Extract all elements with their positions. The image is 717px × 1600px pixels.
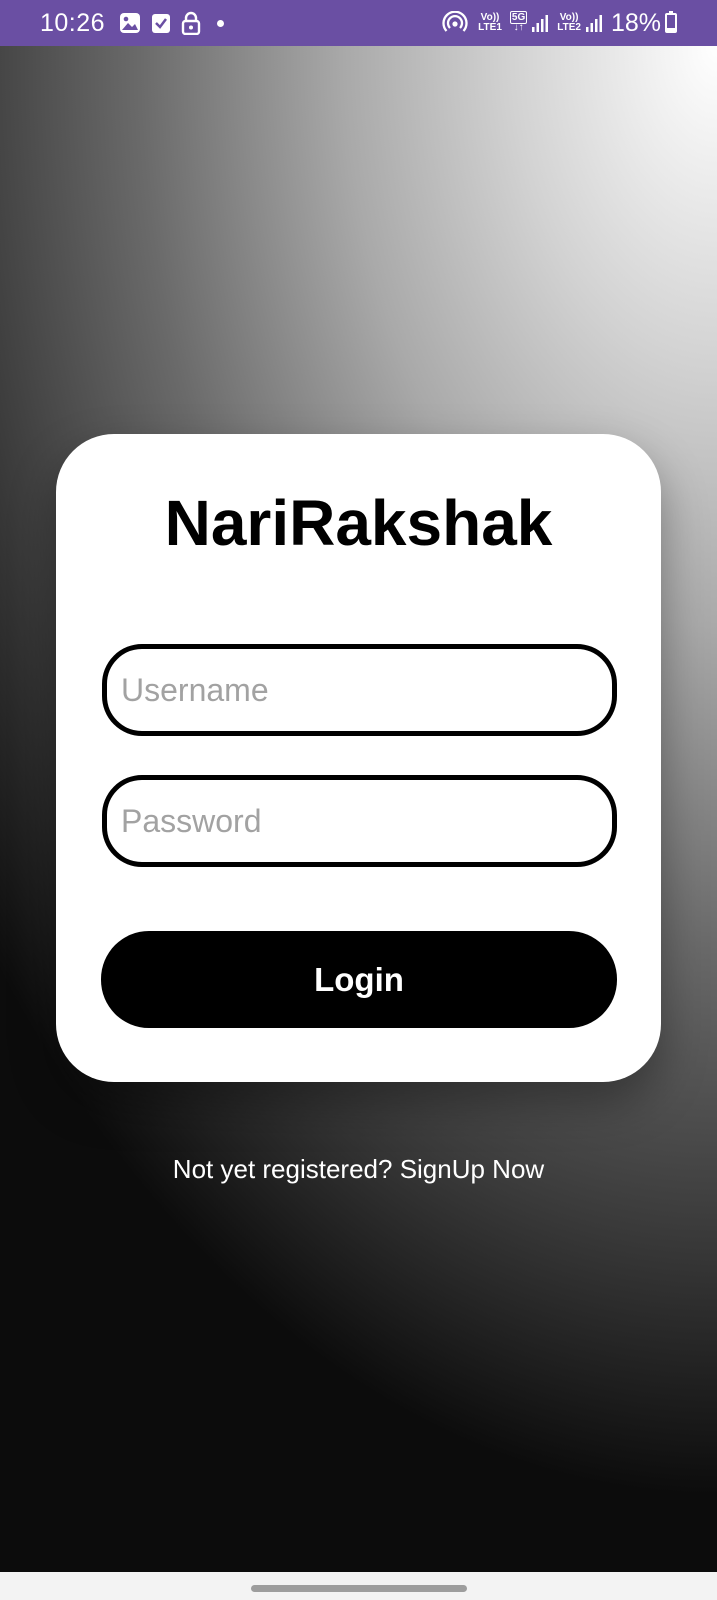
signal-2-icon (585, 13, 603, 33)
app-title: NariRakshak (164, 487, 553, 559)
signal-1-icon (531, 13, 549, 33)
login-button[interactable]: Login (101, 931, 617, 1028)
network-5g-label: 5G ↓↑ (509, 11, 528, 33)
lock-icon (181, 11, 201, 35)
hotspot-icon (442, 11, 468, 35)
check-square-icon (151, 12, 171, 34)
image-icon (119, 12, 141, 34)
home-indicator[interactable] (251, 1585, 467, 1592)
signup-link[interactable]: Not yet registered? SignUp Now (0, 1154, 717, 1185)
password-input[interactable] (102, 775, 617, 867)
battery-fill (667, 28, 675, 31)
network-2-lte: LTE2 (557, 22, 581, 33)
notification-dot-icon (217, 19, 225, 27)
network-2-label: Vo)) LTE2 (557, 13, 581, 33)
navigation-bar (0, 1572, 717, 1600)
status-bar: 10:26 Vo)) LTE1 5G ↓↑ Vo)) LTE2 18% (0, 0, 717, 46)
status-bar-left: 10:26 (40, 8, 225, 38)
network-1-lte: LTE1 (478, 22, 502, 33)
login-card: NariRakshak Login (56, 434, 661, 1082)
battery-icon (665, 11, 677, 33)
network-1-label: Vo)) LTE1 (478, 13, 502, 33)
data-arrows-icon: ↓↑ (513, 22, 524, 33)
battery-percent: 18% (610, 8, 661, 37)
status-bar-right: Vo)) LTE1 5G ↓↑ Vo)) LTE2 18% (442, 9, 677, 38)
username-input[interactable] (102, 644, 617, 736)
status-time: 10:26 (40, 8, 106, 37)
